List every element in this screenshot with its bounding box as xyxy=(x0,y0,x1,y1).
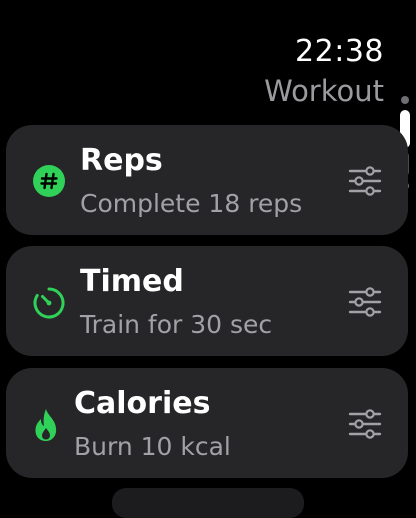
goal-subtitle: Burn 10 kcal xyxy=(74,432,231,461)
goal-card-timed[interactable]: Timed Train for 30 sec xyxy=(6,246,408,356)
screen-title: Workout xyxy=(264,74,384,108)
goal-title: Timed xyxy=(80,264,184,299)
next-card-peek[interactable] xyxy=(112,488,304,518)
goal-subtitle: Train for 30 sec xyxy=(80,310,273,339)
goal-card-calories[interactable]: Calories Burn 10 kcal xyxy=(6,368,408,478)
hash-icon xyxy=(33,165,65,201)
timer-icon xyxy=(32,286,66,324)
sliders-icon[interactable] xyxy=(348,166,382,196)
scroll-dot-top xyxy=(401,96,409,104)
goal-subtitle: Complete 18 reps xyxy=(80,189,303,218)
goal-card-reps[interactable]: Reps Complete 18 reps xyxy=(6,125,408,235)
clock: 22:38 xyxy=(295,34,384,69)
sliders-icon[interactable] xyxy=(348,409,382,439)
sliders-icon[interactable] xyxy=(348,287,382,317)
goal-title: Calories xyxy=(74,386,211,421)
goal-title: Reps xyxy=(80,143,163,178)
flame-icon xyxy=(33,408,59,446)
